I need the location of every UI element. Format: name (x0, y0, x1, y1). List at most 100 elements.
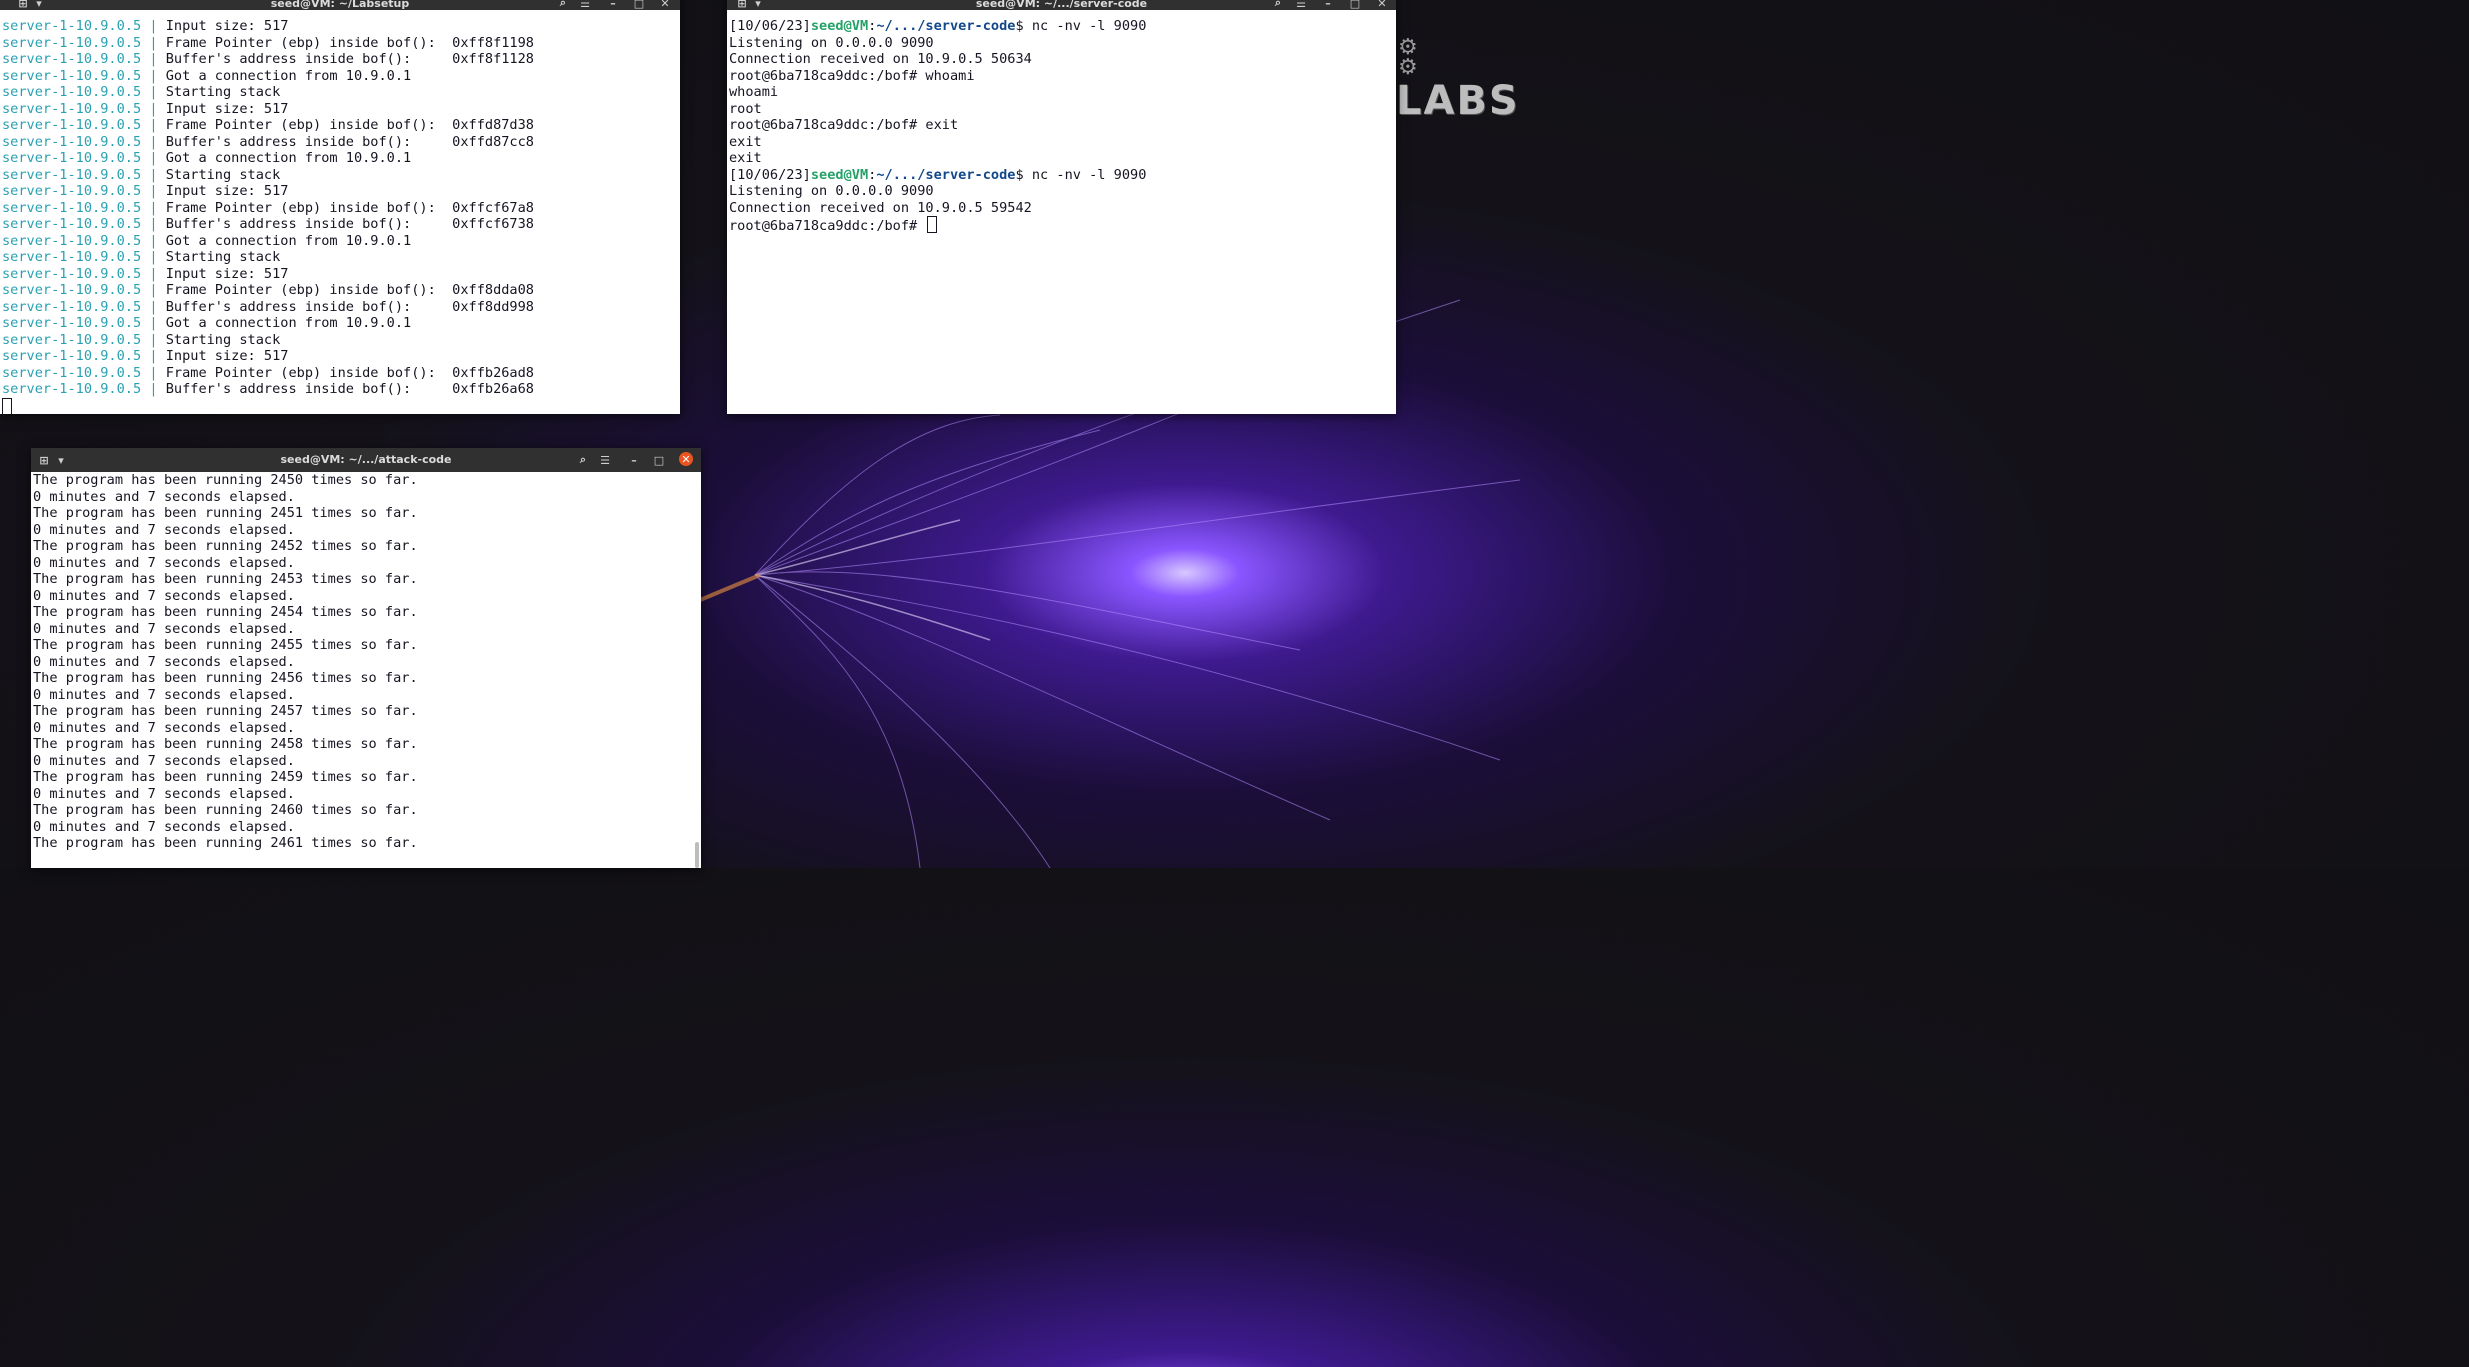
terminal-line: root (729, 101, 1396, 118)
maximize-icon[interactable]: □ (1348, 0, 1362, 10)
terminal-line: server-1-10.9.0.5 | Input size: 517 (2, 266, 680, 283)
output-text: Connection received on 10.9.0.5 59542 (729, 199, 1032, 216)
log-message: Buffer's address inside bof(): 0xff8f112… (165, 51, 534, 67)
terminal-line: server-1-10.9.0.5 | Buffer's address ins… (2, 51, 680, 68)
container-prefix: server-1-10.9.0.5 (2, 199, 142, 216)
close-icon[interactable]: ✕ (1375, 0, 1389, 10)
log-message: Input size: 517 (165, 100, 289, 117)
terminal-line: server-1-10.9.0.5 | Buffer's address ins… (2, 381, 680, 398)
container-prefix: server-1-10.9.0.5 (2, 265, 142, 282)
log-message: Buffer's address inside bof(): 0xff8dd99… (165, 298, 534, 315)
minimize-icon[interactable]: – (1321, 0, 1335, 10)
close-icon[interactable]: ✕ (658, 0, 672, 10)
terminal-line: 0 minutes and 7 seconds elapsed. (33, 587, 295, 604)
terminal-line: server-1-10.9.0.5 | Starting stack (2, 249, 680, 266)
window-titlebar[interactable]: ⊞ ▾ seed@VM: ~/.../server-code ⌕ ☰ – □ ✕ (727, 0, 1396, 10)
terminal-line: 0 minutes and 7 seconds elapsed. (33, 653, 295, 670)
hamburger-menu-icon[interactable]: ☰ (578, 0, 592, 10)
terminal-line: 0 minutes and 7 seconds elapsed. (33, 686, 295, 703)
terminal-window-server-code[interactable]: ⊞ ▾ seed@VM: ~/.../server-code ⌕ ☰ – □ ✕… (727, 0, 1396, 414)
log-message: Starting stack (165, 166, 281, 183)
prefix-separator: | (141, 67, 166, 84)
terminal-line: server-1-10.9.0.5 | Starting stack (2, 84, 680, 101)
scrollbar-thumb[interactable] (695, 842, 699, 868)
prefix-separator: | (141, 348, 166, 364)
terminal-line: server-1-10.9.0.5 | Starting stack (2, 332, 680, 349)
terminal-line: The program has been running 2453 times … (33, 571, 418, 587)
terminal-line: The program has been running 2457 times … (33, 703, 418, 719)
terminal-line: 0 minutes and 7 seconds elapsed. (33, 785, 295, 802)
close-icon[interactable]: ✕ (679, 452, 693, 466)
terminal-line: exit (729, 134, 1396, 151)
container-prefix: server-1-10.9.0.5 (2, 150, 142, 166)
prefix-separator: | (141, 315, 166, 331)
minimize-icon[interactable]: – (606, 0, 620, 10)
prefix-separator: | (141, 265, 166, 282)
window-titlebar[interactable]: ⊞ ▾ seed@VM: ~/Labsetup ⌕ ☰ – □ ✕ (0, 0, 680, 10)
prompt-command: $ nc -nv -l 9090 (1015, 166, 1147, 183)
output-text: whoami (729, 84, 779, 100)
log-message: Got a connection from 10.9.0.1 (165, 315, 412, 331)
log-message: Input size: 517 (165, 183, 289, 199)
log-message: Got a connection from 10.9.0.1 (165, 150, 412, 166)
terminal-line: root@6ba718ca9ddc:/bof# (729, 216, 1396, 234)
terminal-cursor (2, 397, 12, 414)
search-icon[interactable]: ⌕ (556, 0, 570, 9)
prefix-separator: | (141, 166, 166, 183)
terminal-output[interactable]: [10/06/23]seed@VM:~/.../server-code$ nc … (727, 18, 1396, 414)
output-text: Listening on 0.0.0.0 9090 (729, 183, 934, 199)
minimize-icon[interactable]: – (627, 452, 641, 468)
log-message: Got a connection from 10.9.0.1 (165, 67, 412, 84)
terminal-line: server-1-10.9.0.5 | Got a connection fro… (2, 68, 680, 85)
maximize-icon[interactable]: □ (652, 452, 666, 468)
container-prefix: server-1-10.9.0.5 (2, 100, 142, 117)
terminal-line: server-1-10.9.0.5 | Input size: 517 (2, 101, 680, 118)
prefix-separator: | (141, 298, 166, 315)
terminal-line: Connection received on 10.9.0.5 50634 (729, 51, 1396, 68)
log-message: Buffer's address inside bof(): 0xffb26a6… (165, 381, 534, 397)
prefix-separator: | (141, 216, 166, 232)
log-message: Buffer's address inside bof(): 0xffd87cc… (165, 133, 534, 150)
prefix-separator: | (141, 117, 166, 133)
terminal-window-attack-code[interactable]: ⊞ ▾ seed@VM: ~/.../attack-code ⌕ ☰ – □ ✕… (31, 448, 701, 868)
prefix-separator: | (141, 282, 166, 298)
terminal-line: server-1-10.9.0.5 | Buffer's address ins… (2, 134, 680, 151)
container-prefix: server-1-10.9.0.5 (2, 216, 142, 232)
terminal-line: server-1-10.9.0.5 | Frame Pointer (ebp) … (2, 117, 680, 134)
log-message: Starting stack (165, 331, 281, 348)
terminal-line: server-1-10.9.0.5 | Frame Pointer (ebp) … (2, 282, 680, 299)
prompt-path: ~/.../server-code (876, 18, 1016, 34)
terminal-line: server-1-10.9.0.5 | Frame Pointer (ebp) … (2, 365, 680, 382)
maximize-icon[interactable]: □ (632, 0, 646, 10)
terminal-line: Connection received on 10.9.0.5 59542 (729, 200, 1396, 217)
prompt-path: ~/.../server-code (876, 166, 1016, 183)
terminal-output[interactable]: The program has been running 2450 times … (31, 472, 701, 868)
prefix-separator: | (141, 133, 166, 150)
search-icon[interactable]: ⌕ (575, 452, 591, 468)
container-prefix: server-1-10.9.0.5 (2, 381, 142, 397)
prompt-user: seed@VM (810, 18, 869, 34)
container-prefix: server-1-10.9.0.5 (2, 232, 142, 249)
prompt-command: $ nc -nv -l 9090 (1015, 18, 1147, 34)
terminal-window-labsetup[interactable]: ⊞ ▾ seed@VM: ~/Labsetup ⌕ ☰ – □ ✕ server… (0, 0, 680, 414)
terminal-line: 0 minutes and 7 seconds elapsed. (33, 818, 295, 835)
log-message: Input size: 517 (165, 265, 289, 282)
container-prefix: server-1-10.9.0.5 (2, 183, 142, 199)
search-icon[interactable]: ⌕ (1271, 0, 1285, 9)
log-message: Frame Pointer (ebp) inside bof(): 0xffd8… (165, 117, 534, 133)
container-prefix: server-1-10.9.0.5 (2, 331, 142, 348)
prefix-separator: | (141, 199, 166, 216)
hamburger-menu-icon[interactable]: ☰ (597, 452, 613, 468)
terminal-line: [10/06/23]seed@VM:~/.../server-code$ nc … (729, 18, 1396, 35)
terminal-output[interactable]: server-1-10.9.0.5 | Input size: 517 serve… (0, 18, 680, 414)
terminal-line: The program has been running 2461 times … (33, 835, 418, 851)
prefix-separator: | (141, 18, 166, 34)
container-prefix: server-1-10.9.0.5 (2, 84, 142, 100)
prefix-separator: | (141, 381, 166, 397)
terminal-line: server-1-10.9.0.5 | Input size: 517 (2, 183, 680, 200)
prefix-separator: | (141, 150, 166, 166)
terminal-line: server-1-10.9.0.5 | Buffer's address ins… (2, 216, 680, 233)
hamburger-menu-icon[interactable]: ☰ (1294, 0, 1308, 10)
window-titlebar[interactable]: ⊞ ▾ seed@VM: ~/.../attack-code ⌕ ☰ – □ ✕ (31, 448, 701, 472)
terminal-line: 0 minutes and 7 seconds elapsed. (33, 752, 295, 769)
